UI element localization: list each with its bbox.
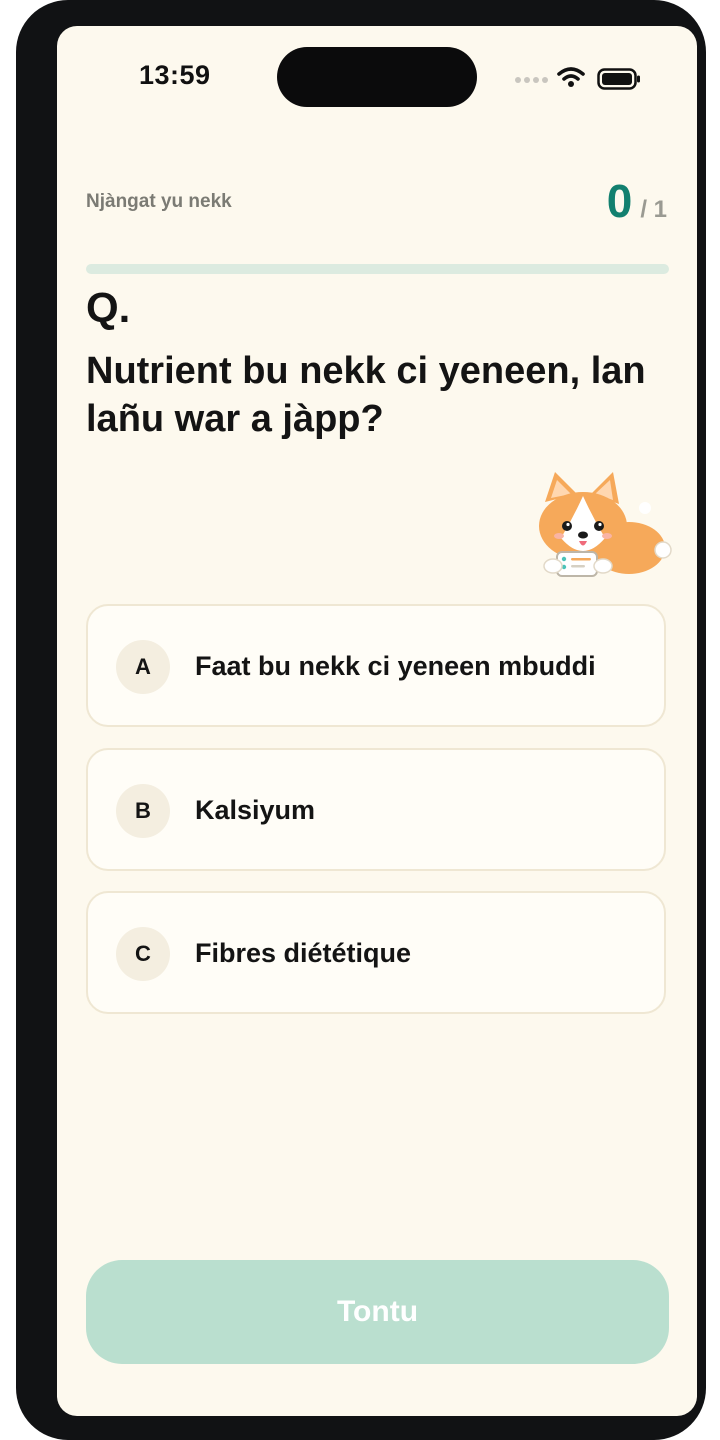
option-label: Fibres diététique [195,938,412,968]
progress-bar [86,264,669,274]
score-current: 0 [606,175,633,227]
option-letter: C [116,927,170,981]
question-text: Nutrient bu nekk ci yeneen, lan lañu war… [86,350,646,440]
option-b[interactable]: B Kalsiyum [86,748,666,871]
app-screen: 13:59 Njàngat yu nekk 0 / 1 Q. Nutrient … [57,26,697,1416]
option-letter: A [116,640,170,694]
score-total: / 1 [640,196,667,223]
option-label: Kalsiyum [195,795,316,825]
option-label: Faat bu nekk ci yeneen mbuddi [195,651,596,681]
option-letter: B [116,784,170,838]
option-a[interactable]: A Faat bu nekk ci yeneen mbuddi [86,604,666,727]
option-c[interactable]: C Fibres diététique [86,891,666,1014]
dynamic-island [277,47,477,107]
wifi-icon [557,67,585,87]
score: 0 / 1 [607,174,667,228]
cellular-signal-icon [515,77,548,83]
question-marker: Q. [86,284,131,331]
corgi-mascot [539,472,672,577]
status-time: 13:59 [139,60,211,90]
submit-button[interactable]: Tontu [86,1260,669,1364]
quiz-label: Njàngat yu nekk [86,191,232,212]
phone-frame: 13:59 Njàngat yu nekk 0 / 1 Q. Nutrient … [16,0,706,1440]
battery-icon [597,68,640,90]
